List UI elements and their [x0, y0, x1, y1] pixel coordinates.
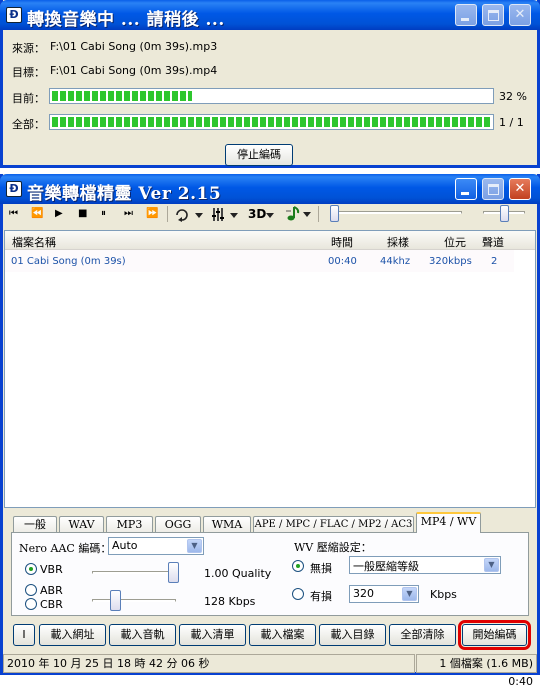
music-note-icon[interactable] — [284, 205, 314, 223]
column-header-sample[interactable]: 採樣 — [387, 234, 409, 250]
rewind-icon[interactable]: ⏪ — [31, 208, 43, 219]
close-button[interactable]: ✕ — [509, 178, 531, 200]
abr-label[interactable]: ABR — [40, 584, 63, 597]
chevron-down-icon[interactable]: ▼ — [402, 587, 417, 601]
stop-encoding-button[interactable]: 停止編碼 — [225, 144, 293, 166]
lossy-unit: Kbps — [430, 588, 457, 601]
current-progress-bar — [49, 88, 494, 104]
row-time: 00:40 — [328, 256, 357, 267]
lossless-radio[interactable] — [292, 560, 304, 572]
lossless-label[interactable]: 無損 — [310, 560, 332, 576]
cbr-label[interactable]: CBR — [40, 598, 63, 611]
tab-general[interactable]: 一般 — [13, 516, 57, 533]
info-button[interactable]: I — [13, 624, 35, 646]
close-button: ✕ — [509, 4, 531, 26]
maximize-button — [482, 178, 504, 200]
wv-settings-label: WV 壓縮設定： — [294, 541, 372, 554]
tab-mp3[interactable]: MP3 — [106, 516, 153, 533]
load-list-button[interactable]: 載入清單 — [179, 624, 246, 646]
total-label: 全部： — [12, 118, 45, 131]
pause-icon[interactable]: ⏸ — [101, 208, 106, 219]
play-icon[interactable]: ▶ — [55, 208, 63, 219]
skip-forward-icon[interactable]: ⏭ — [124, 208, 133, 219]
chevron-down-icon[interactable] — [265, 206, 277, 223]
window-title: 音樂轉檔精靈 Ver 2.15 — [27, 184, 222, 204]
current-label: 目前： — [12, 92, 45, 105]
nero-aac-label: Nero AAC 編碼： — [19, 542, 112, 555]
vbr-slider-track[interactable] — [92, 571, 176, 574]
load-directory-button[interactable]: 載入目錄 — [319, 624, 386, 646]
column-header-bitrate[interactable]: 位元 — [444, 234, 466, 250]
source-label: 來源： — [12, 42, 45, 55]
status-summary: 1 個檔案 (1.6 MB) 0:40 — [416, 654, 537, 688]
vbr-label[interactable]: VBR — [40, 563, 63, 576]
skip-back-icon[interactable]: ⏮ — [9, 208, 18, 219]
row-channels: 2 — [491, 256, 498, 267]
target-label: 目標： — [12, 66, 45, 79]
app-icon: Ð — [6, 7, 22, 23]
load-url-button[interactable]: 載入網址 — [39, 624, 106, 646]
status-datetime: 2010 年 10 月 25 日 18 時 42 分 06 秒 — [3, 654, 415, 673]
target-path: F:\01 Cabi Song (0m 39s).mp4 — [50, 64, 218, 77]
lossy-label[interactable]: 有損 — [310, 588, 332, 604]
abr-radio[interactable] — [25, 584, 37, 596]
3d-mode-button[interactable]: 3D — [248, 207, 266, 221]
row-bitrate: 320kbps — [429, 256, 472, 267]
equalizer-icon[interactable] — [211, 206, 241, 223]
vbr-radio[interactable] — [25, 563, 37, 575]
chevron-down-icon[interactable]: ▼ — [187, 539, 202, 553]
column-header-name[interactable]: 檔案名稱 — [12, 234, 56, 250]
vbr-slider-thumb[interactable] — [168, 562, 179, 583]
start-encoding-button[interactable]: 開始編碼 — [462, 624, 527, 646]
minimize-button[interactable] — [455, 178, 477, 200]
cbr-kbps-value: 128 Kbps — [204, 595, 256, 608]
tab-mp4-wv[interactable]: MP4 / WV — [416, 512, 481, 533]
volume-slider-thumb[interactable] — [500, 205, 509, 222]
nero-aac-value: Auto — [112, 539, 138, 552]
tab-wma[interactable]: WMA — [203, 516, 251, 533]
tab-ogg[interactable]: OGG — [155, 516, 201, 533]
convert-titlebar[interactable]: Ð 轉換音樂中 ... 請稍後 ... ✕ — [0, 0, 540, 30]
position-slider-thumb[interactable] — [330, 205, 339, 222]
lossy-bitrate-value: 320 — [353, 587, 374, 600]
source-path: F:\01 Cabi Song (0m 39s).mp3 — [50, 40, 218, 53]
lossless-level-select[interactable]: 一般壓縮等級 ▼ — [349, 556, 501, 574]
row-sample: 44khz — [380, 256, 411, 267]
convert-window: Ð 轉換音樂中 ... 請稍後 ... ✕ — [0, 0, 540, 168]
window-title: 轉換音樂中 ... 請稍後 ... — [27, 10, 225, 30]
maximize-button — [482, 4, 504, 26]
lossy-radio[interactable] — [292, 588, 304, 600]
load-file-button[interactable]: 載入檔案 — [249, 624, 316, 646]
minimize-button — [455, 4, 477, 26]
main-titlebar[interactable]: Ð 音樂轉檔精靈 Ver 2.15 ✕ — [0, 174, 540, 204]
column-header-channels[interactable]: 聲道 — [482, 234, 504, 250]
toolbar-separator — [318, 206, 319, 222]
current-progress-fill — [52, 91, 193, 101]
clear-all-button[interactable]: 全部清除 — [389, 624, 456, 646]
total-progress-bar — [49, 114, 494, 130]
column-header-time[interactable]: 時間 — [331, 234, 353, 250]
cbr-slider-track[interactable] — [92, 599, 176, 602]
row-name: 01 Cabi Song (0m 39s) — [11, 256, 126, 267]
repeat-icon[interactable] — [174, 206, 204, 223]
app-icon: Ð — [6, 181, 22, 197]
tab-ape-mpc-flac[interactable]: APE / MPC / FLAC / MP2 / AC3 — [253, 516, 414, 533]
vbr-quality-value: 1.00 Quality — [204, 567, 272, 580]
fast-forward-icon[interactable]: ⏩ — [146, 208, 158, 219]
total-count: 1 / 1 — [499, 116, 524, 129]
position-slider-track[interactable] — [330, 211, 462, 214]
cbr-slider-thumb[interactable] — [110, 590, 121, 611]
lossless-level-value: 一般壓縮等級 — [353, 560, 419, 573]
stop-icon[interactable]: ■ — [78, 208, 87, 219]
tab-wav[interactable]: WAV — [59, 516, 104, 533]
nero-aac-select[interactable]: Auto ▼ — [108, 537, 204, 555]
lossy-bitrate-select[interactable]: 320 ▼ — [349, 585, 419, 603]
cbr-radio[interactable] — [25, 598, 37, 610]
file-list[interactable] — [4, 230, 536, 508]
toolbar-separator — [167, 206, 168, 222]
current-percent: 32 % — [499, 90, 527, 103]
load-audio-button[interactable]: 載入音軌 — [109, 624, 176, 646]
total-progress-fill — [52, 117, 491, 127]
chevron-down-icon[interactable]: ▼ — [484, 558, 499, 572]
